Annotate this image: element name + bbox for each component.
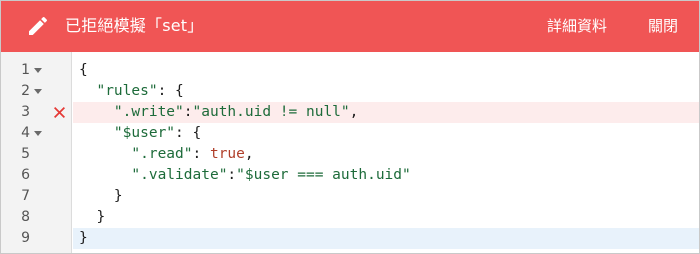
code-line[interactable]: 7 } bbox=[1, 186, 699, 207]
keyword-token: true bbox=[209, 146, 245, 162]
error-x-icon bbox=[54, 107, 65, 118]
header-title: 已拒絕模擬「set」 bbox=[65, 16, 204, 35]
line-number: 6 bbox=[21, 167, 30, 183]
punctuation-token: : bbox=[183, 104, 193, 120]
code-line[interactable]: 1{ bbox=[1, 60, 699, 81]
punctuation-token bbox=[79, 167, 131, 183]
code-text: } bbox=[79, 186, 123, 207]
code-line[interactable]: 5 ".read": true, bbox=[1, 144, 699, 165]
code-line[interactable]: 6 ".validate":"$user === auth.uid" bbox=[1, 165, 699, 186]
punctuation-token: : bbox=[192, 146, 210, 162]
line-number: 8 bbox=[21, 209, 30, 225]
string-token: "rules" bbox=[96, 83, 158, 99]
code-line[interactable]: 3 ".write":"auth.uid != null", bbox=[1, 102, 699, 123]
punctuation-token bbox=[79, 146, 131, 162]
code-line[interactable]: 9} bbox=[1, 228, 699, 249]
code-line-background bbox=[73, 228, 699, 249]
close-button[interactable]: 關閉 bbox=[648, 15, 678, 37]
code-text: "$user": { bbox=[79, 123, 201, 144]
pencil-icon bbox=[29, 16, 48, 35]
line-number: 9 bbox=[21, 230, 30, 246]
punctuation-token: , bbox=[349, 104, 359, 120]
code-text: } bbox=[79, 228, 88, 249]
punctuation-token: } bbox=[79, 209, 106, 225]
punctuation-token: } bbox=[79, 188, 123, 204]
line-number: 3 bbox=[21, 104, 30, 120]
line-number: 4 bbox=[21, 125, 30, 141]
fold-arrow-icon[interactable] bbox=[34, 68, 42, 73]
line-number: 1 bbox=[21, 62, 30, 78]
punctuation-token: } bbox=[79, 230, 88, 246]
code-text: { bbox=[79, 60, 88, 81]
string-token: "$user === auth.uid" bbox=[236, 167, 411, 183]
code-line-background bbox=[73, 186, 699, 207]
rules-code-editor[interactable]: 1{2 "rules": {3 ".write":"auth.uid != nu… bbox=[1, 52, 699, 253]
details-button[interactable]: 詳細資料 bbox=[547, 15, 607, 37]
line-number: 2 bbox=[21, 83, 30, 99]
punctuation-token: : { bbox=[157, 83, 184, 99]
code-text: "rules": { bbox=[79, 81, 184, 102]
code-text: ".read": true, bbox=[79, 144, 254, 165]
punctuation-token bbox=[79, 125, 114, 141]
line-number: 7 bbox=[21, 188, 30, 204]
code-text: } bbox=[79, 207, 105, 228]
simulation-result-panel: 已拒絕模擬「set」 詳細資料 關閉 1{2 "rules": {3 ".wri… bbox=[0, 0, 700, 254]
string-token: ".read" bbox=[131, 146, 193, 162]
line-number: 5 bbox=[21, 146, 30, 162]
string-token: "auth.uid != null" bbox=[192, 104, 350, 120]
code-text: ".write":"auth.uid != null", bbox=[79, 102, 358, 123]
punctuation-token bbox=[79, 83, 96, 99]
code-line[interactable]: 8 } bbox=[1, 207, 699, 228]
code-line[interactable]: 2 "rules": { bbox=[1, 81, 699, 102]
punctuation-token: : bbox=[227, 167, 237, 183]
string-token: "$user" bbox=[113, 125, 176, 141]
code-line-background bbox=[73, 207, 699, 228]
code-text: ".validate":"$user === auth.uid" bbox=[79, 165, 411, 186]
string-token: ".validate" bbox=[131, 167, 228, 183]
punctuation-token bbox=[79, 104, 114, 120]
string-token: ".write" bbox=[113, 104, 184, 120]
error-header: 已拒絕模擬「set」 詳細資料 關閉 bbox=[1, 1, 699, 52]
fold-arrow-icon[interactable] bbox=[34, 131, 42, 136]
punctuation-token: , bbox=[244, 146, 254, 162]
code-line-background bbox=[73, 60, 699, 81]
punctuation-token: { bbox=[79, 62, 88, 78]
punctuation-token: : { bbox=[175, 125, 202, 141]
fold-arrow-icon[interactable] bbox=[34, 89, 42, 94]
code-line[interactable]: 4 "$user": { bbox=[1, 123, 699, 144]
